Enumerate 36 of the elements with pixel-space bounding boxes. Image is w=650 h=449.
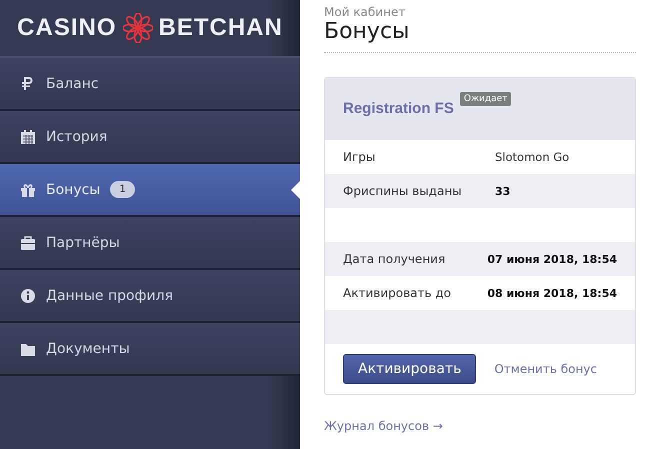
sidebar-item[interactable]: Бонусы 1 [0, 164, 300, 217]
sidebar-label: Бонусы [46, 182, 100, 198]
gift-icon [20, 182, 36, 198]
field-value: Slotomon Go [495, 150, 570, 164]
field-label: Фриспины выданы [343, 184, 463, 198]
bonus-title: Registration FS [343, 100, 454, 117]
briefcase-icon [20, 234, 36, 250]
field-label: Активировать до [343, 286, 452, 300]
sidebar-item[interactable]: История [0, 111, 300, 164]
field-value: 07 июня 2018, 18:54 [487, 252, 617, 266]
sidebar-label: Баланс [46, 76, 99, 92]
cancel-link[interactable]: Отменить бонус [494, 362, 598, 376]
sidebar-item[interactable]: Партнёры [0, 217, 300, 270]
logo-text: BETCHAN [158, 14, 283, 42]
logo-text: CASINO [17, 14, 116, 42]
count-badge: 1 [110, 181, 135, 198]
activate-button[interactable]: Активировать [343, 354, 476, 384]
status-badge: Ожидает [460, 92, 512, 106]
field-value: 33 [495, 184, 510, 198]
info-icon [20, 288, 36, 304]
sidebar-label: История [46, 128, 108, 144]
flower-icon [122, 13, 152, 43]
field-label: Дата получения [343, 252, 446, 266]
calendar-icon [20, 128, 36, 144]
sidebar-item[interactable]: Данные профиля [0, 270, 300, 323]
sidebar-item[interactable]: Документы [0, 323, 300, 376]
sidebar-label: Партнёры [46, 234, 120, 250]
sidebar-item[interactable]: Баланс [0, 58, 300, 111]
pointer-marker [291, 181, 300, 199]
sidebar-label: Данные профиля [46, 288, 173, 304]
field-value: 08 июня 2018, 18:54 [487, 286, 617, 300]
sidebar-label: Документы [46, 340, 130, 356]
page-title: Бонусы [324, 19, 636, 53]
breadcrumb: Мой кабинет [324, 5, 406, 19]
history-link[interactable]: Журнал бонусов → [324, 419, 443, 433]
field-label: Игры [343, 150, 376, 164]
